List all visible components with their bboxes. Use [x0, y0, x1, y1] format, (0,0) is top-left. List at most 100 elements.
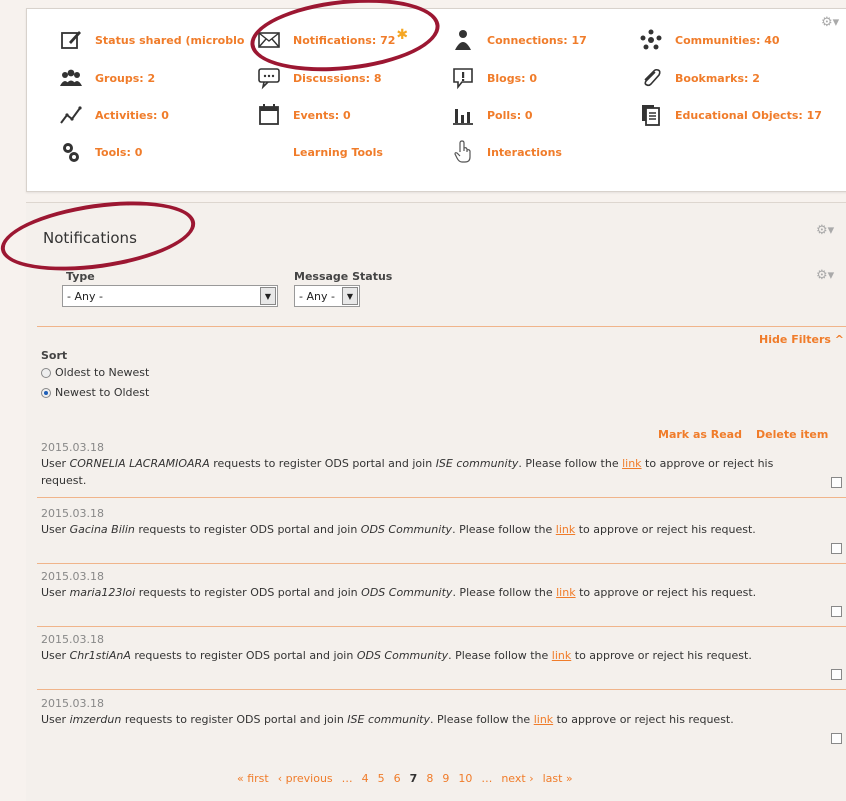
text-suffix: to approve or reject his request. [571, 649, 752, 662]
mark-as-read-button[interactable]: Mark as Read [658, 428, 742, 441]
notification-divider [37, 497, 846, 498]
notification-community: ODS Community [360, 523, 453, 536]
approve-link[interactable]: link [556, 586, 575, 599]
dashboard-item-paperclip[interactable]: Bookmarks: 2 [637, 65, 760, 91]
notification-community: ISE community [435, 457, 519, 470]
text-prefix: User [41, 457, 70, 470]
approve-link[interactable]: link [534, 713, 553, 726]
text-mid: requests to register ODS portal and join [135, 586, 362, 599]
pager-page-link[interactable]: 9 [442, 772, 449, 785]
notification-select-checkbox[interactable] [831, 669, 842, 680]
notifications-settings-gear-icon[interactable]: ⚙▾ [816, 223, 834, 238]
notification-user: CORNELIA LACRAMIOARA [69, 457, 210, 470]
speech-bubble-icon [255, 65, 283, 91]
documents-icon [637, 102, 665, 128]
pager-page-link[interactable]: 4 [362, 772, 369, 785]
poll-icon [449, 102, 477, 128]
dashboard-item-label: Learning Tools [293, 145, 383, 159]
sort-newest-option[interactable]: Newest to Oldest [41, 386, 149, 399]
notification-date: 2015.03.18 [41, 507, 104, 520]
dashboard-item-person[interactable]: Connections: 17 [449, 27, 587, 53]
sort-label: Sort [41, 349, 68, 362]
notification-community: ODS Community [356, 649, 449, 662]
notification-body: User imzerdun requests to register ODS p… [41, 711, 781, 728]
pager-ellipsis: … [341, 772, 353, 785]
notifications-title: Notifications [43, 229, 137, 247]
group-icon [57, 65, 85, 91]
approve-link[interactable]: link [552, 649, 571, 662]
gears-icon [57, 139, 85, 165]
dashboard-item-label: Polls: 0 [487, 108, 533, 122]
sort-newest-label: Newest to Oldest [55, 386, 150, 399]
pager-first-link[interactable]: « first [237, 772, 269, 785]
text-after-community: . Please follow the [452, 523, 556, 536]
dashboard-item-label: Discussions: 8 [293, 71, 382, 85]
dashboard-item-documents[interactable]: Educational Objects: 17 [637, 102, 822, 128]
filters-settings-gear-icon[interactable]: ⚙▾ [816, 268, 834, 283]
notification-select-checkbox[interactable] [831, 477, 842, 488]
pager-page-link[interactable]: 5 [378, 772, 385, 785]
type-filter-label: Type [66, 270, 95, 283]
new-notification-star-icon: ✱ [396, 27, 409, 43]
text-mid: requests to register ODS portal and join [209, 457, 436, 470]
notification-divider [37, 689, 846, 690]
dashboard-item-activity[interactable]: Activities: 0 [57, 102, 169, 128]
dashboard-item-learning-tools[interactable]: Learning Tools [255, 139, 383, 165]
blog-icon [449, 65, 477, 91]
pager-last-link[interactable]: last » [543, 772, 573, 785]
chevron-down-icon: ▼ [260, 287, 276, 305]
dashboard-item-gears[interactable]: Tools: 0 [57, 139, 142, 165]
message-status-filter-value: - Any - [299, 289, 335, 303]
dashboard-item-hand-pointer[interactable]: Interactions [449, 139, 562, 165]
pager-previous-link[interactable]: ‹ previous [278, 772, 333, 785]
dashboard-item-community[interactable]: Communities: 40 [637, 27, 780, 53]
dashboard-panel: ⚙▾ Status shared (microblo Notifications:… [26, 8, 846, 192]
text-suffix: to approve or reject his request. [553, 713, 734, 726]
dashboard-item-label: Educational Objects: 17 [675, 108, 822, 122]
approve-link[interactable]: link [556, 523, 575, 536]
notification-date: 2015.03.18 [41, 570, 104, 583]
notification-user: Gacina Bilin [69, 523, 135, 536]
dashboard-item-label: Status shared (microblo [95, 33, 245, 47]
dashboard-item-blog[interactable]: Blogs: 0 [449, 65, 537, 91]
message-status-filter-select[interactable]: - Any - ▼ [294, 285, 360, 307]
dashboard-item-group[interactable]: Groups: 2 [57, 65, 155, 91]
notification-date: 2015.03.18 [41, 441, 104, 454]
dashboard-item-label: Connections: 17 [487, 33, 587, 47]
dashboard-item-edit[interactable]: Status shared (microblo [57, 27, 244, 53]
dashboard-item-calendar[interactable]: Events: 0 [255, 102, 351, 128]
dashboard-item-speech-bubble[interactable]: Discussions: 8 [255, 65, 381, 91]
dashboard-item-label: Bookmarks: 2 [675, 71, 760, 85]
dashboard-item-label: Tools: 0 [95, 145, 143, 159]
person-icon [449, 27, 477, 53]
dashboard-item-label: Activities: 0 [95, 108, 169, 122]
notification-body: User CORNELIA LACRAMIOARA requests to re… [41, 455, 781, 489]
dashboard-item-envelope[interactable]: Notifications: 72 ✱ [255, 27, 408, 53]
pager-next-link[interactable]: next › [501, 772, 533, 785]
activity-icon [57, 102, 85, 128]
pager-page-link[interactable]: 6 [394, 772, 401, 785]
sort-newest-radio[interactable] [41, 387, 51, 398]
text-after-community: . Please follow the [430, 713, 534, 726]
notification-select-checkbox[interactable] [831, 606, 842, 617]
pager-page-link[interactable]: 8 [426, 772, 433, 785]
dashboard-item-label: Interactions [487, 145, 562, 159]
pager-page-link[interactable]: 10 [458, 772, 472, 785]
type-filter-value: - Any - [67, 289, 103, 303]
dashboard-settings-gear-icon[interactable]: ⚙▾ [821, 15, 839, 30]
delete-item-button[interactable]: Delete item [756, 428, 828, 441]
hide-filters-link[interactable]: Hide Filters ^ [759, 333, 844, 346]
sort-oldest-option[interactable]: Oldest to Newest [41, 366, 149, 379]
text-mid: requests to register ODS portal and join [134, 523, 361, 536]
approve-link[interactable]: link [622, 457, 641, 470]
text-prefix: User [41, 713, 70, 726]
text-prefix: User [41, 649, 70, 662]
notification-select-checkbox[interactable] [831, 733, 842, 744]
text-after-community: . Please follow the [518, 457, 623, 470]
dashboard-item-poll[interactable]: Polls: 0 [449, 102, 533, 128]
type-filter-select[interactable]: - Any - ▼ [62, 285, 278, 307]
notification-body: User Chr1stiAnA requests to register ODS… [41, 647, 781, 664]
notification-select-checkbox[interactable] [831, 543, 842, 554]
community-icon [637, 27, 665, 53]
sort-oldest-radio[interactable] [41, 367, 51, 378]
